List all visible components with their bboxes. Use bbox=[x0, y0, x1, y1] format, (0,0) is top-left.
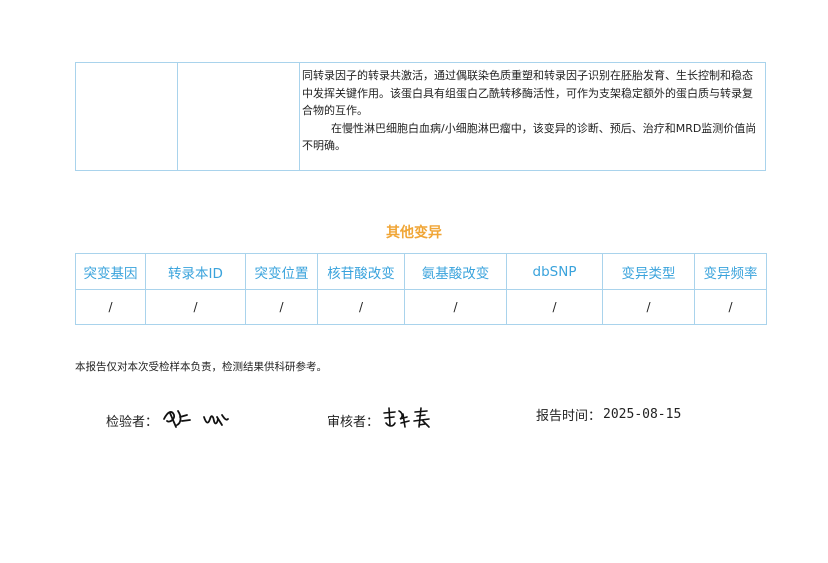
interpretation-variant-cell bbox=[178, 63, 300, 170]
header-nucleotide-change: 核苷酸改变 bbox=[317, 253, 405, 290]
inspector-label: 检验者： bbox=[106, 414, 159, 430]
interpretation-paragraph-2: 在慢性淋巴细胞白血病/小细胞淋巴瘤中，该变异的诊断、预后、治疗和MRD监测价值尚… bbox=[302, 121, 757, 153]
reviewer-signature-block: 审核者： bbox=[327, 405, 447, 435]
cell-variant-type: / bbox=[602, 289, 695, 325]
interpretation-gene-cell bbox=[76, 63, 178, 170]
cell-transcript-id: / bbox=[145, 289, 246, 325]
reviewer-signature bbox=[381, 405, 447, 435]
header-amino-acid-change: 氨基酸改变 bbox=[404, 253, 507, 290]
disclaimer-text: 本报告仅对本次受检样本负责，检测结果供科研参考。 bbox=[75, 361, 327, 373]
cell-mutation-position: / bbox=[245, 289, 318, 325]
inspector-signature-block: 检验者： bbox=[106, 405, 250, 435]
header-mutation-position: 突变位置 bbox=[245, 253, 318, 290]
header-dbsnp: dbSNP bbox=[506, 253, 603, 290]
cell-amino-acid-change: / bbox=[404, 289, 507, 325]
table-header-row: 突变基因 转录本ID 突变位置 核苷酸改变 氨基酸改变 dbSNP 变异类型 变… bbox=[75, 253, 767, 290]
report-time-value: 2025-08-15 bbox=[603, 407, 682, 422]
header-mutant-gene: 突变基因 bbox=[75, 253, 146, 290]
report-time-label: 报告时间： bbox=[536, 409, 602, 424]
cell-variant-frequency: / bbox=[694, 289, 767, 325]
cell-mutant-gene: / bbox=[75, 289, 146, 325]
interpretation-table: 同转录因子的转录共激活，通过偶联染色质重塑和转录因子识别在胚胎发育、生长控制和稳… bbox=[75, 62, 766, 171]
interpretation-paragraph-1: 同转录因子的转录共激活，通过偶联染色质重塑和转录因子识别在胚胎发育、生长控制和稳… bbox=[302, 69, 753, 117]
cell-nucleotide-change: / bbox=[317, 289, 405, 325]
inspector-signature bbox=[160, 405, 250, 435]
cell-dbsnp: / bbox=[506, 289, 603, 325]
header-transcript-id: 转录本ID bbox=[145, 253, 246, 290]
report-time-block: 报告时间： 2025-08-15 bbox=[536, 405, 681, 424]
interpretation-text-cell: 同转录因子的转录共激活，通过偶联染色质重塑和转录因子识别在胚胎发育、生长控制和稳… bbox=[300, 63, 765, 170]
reviewer-label: 审核者： bbox=[327, 414, 380, 430]
other-variants-table: 突变基因 转录本ID 突变位置 核苷酸改变 氨基酸改变 dbSNP 变异类型 变… bbox=[75, 253, 767, 325]
header-variant-type: 变异类型 bbox=[602, 253, 695, 290]
header-variant-frequency: 变异频率 bbox=[694, 253, 767, 290]
section-title-other-variants: 其他变异 bbox=[386, 225, 442, 241]
table-row: / / / / / / / / bbox=[75, 289, 767, 325]
